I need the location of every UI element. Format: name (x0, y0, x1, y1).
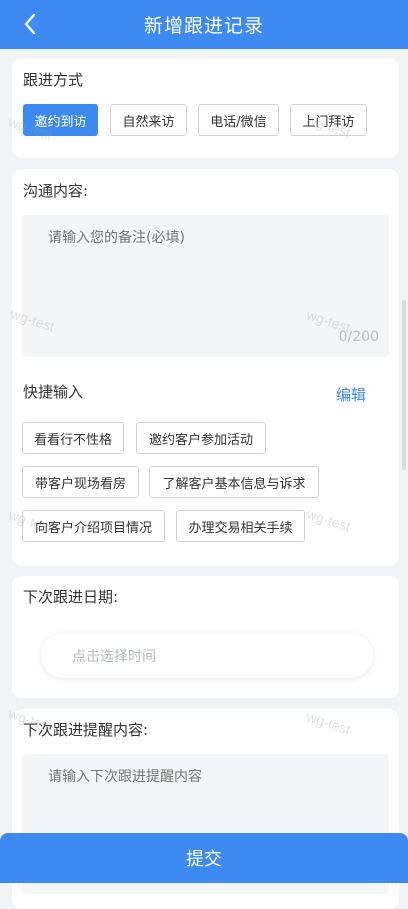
communication-textarea[interactable] (48, 227, 368, 307)
method-option-invite-visit[interactable]: 邀约到访 (23, 104, 98, 136)
quick-chip[interactable]: 办理交易相关手续 (176, 510, 305, 542)
date-picker-field[interactable]: 点击选择时间 (41, 633, 373, 678)
reminder-label: 下次跟进提醒内容: (23, 721, 149, 739)
method-option-phone-wechat[interactable]: 电话/微信 (198, 104, 279, 136)
back-button[interactable] (18, 12, 42, 36)
communication-card: 沟通内容: 0/200 快捷输入 编辑 看看行不性格 邀约客户参加活动 带客户现… (12, 169, 399, 566)
scrollbar[interactable] (402, 300, 406, 470)
follow-method-label: 跟进方式 (23, 71, 84, 89)
quick-chip[interactable]: 向客户介绍项目情况 (22, 510, 165, 542)
page-title: 新增跟进记录 (143, 15, 264, 37)
reminder-textarea[interactable] (48, 766, 368, 826)
quick-chip[interactable]: 带客户现场看房 (22, 466, 139, 498)
chevron-left-icon (24, 13, 36, 35)
submit-button[interactable]: 提交 (0, 833, 408, 883)
next-date-label: 下次跟进日期: (23, 588, 119, 606)
char-counter: 0/200 (338, 329, 379, 345)
quick-input-label: 快捷输入 (23, 383, 84, 401)
follow-method-card: 跟进方式 邀约到访 自然来访 电话/微信 上门拜访 (12, 58, 399, 158)
communication-textarea-box[interactable]: 0/200 (22, 215, 389, 357)
next-date-card: 下次跟进日期: 点击选择时间 (12, 576, 399, 698)
quick-chip[interactable]: 了解客户基本信息与诉求 (149, 466, 319, 498)
method-option-walk-in[interactable]: 自然来访 (110, 104, 187, 136)
edit-quick-input-link[interactable]: 编辑 (336, 384, 366, 405)
quick-chip[interactable]: 邀约客户参加活动 (136, 422, 266, 454)
quick-chip[interactable]: 看看行不性格 (22, 422, 124, 454)
communication-label: 沟通内容: (23, 182, 89, 200)
app-header: 新增跟进记录 (0, 0, 408, 49)
method-option-home-visit[interactable]: 上门拜访 (290, 104, 367, 136)
